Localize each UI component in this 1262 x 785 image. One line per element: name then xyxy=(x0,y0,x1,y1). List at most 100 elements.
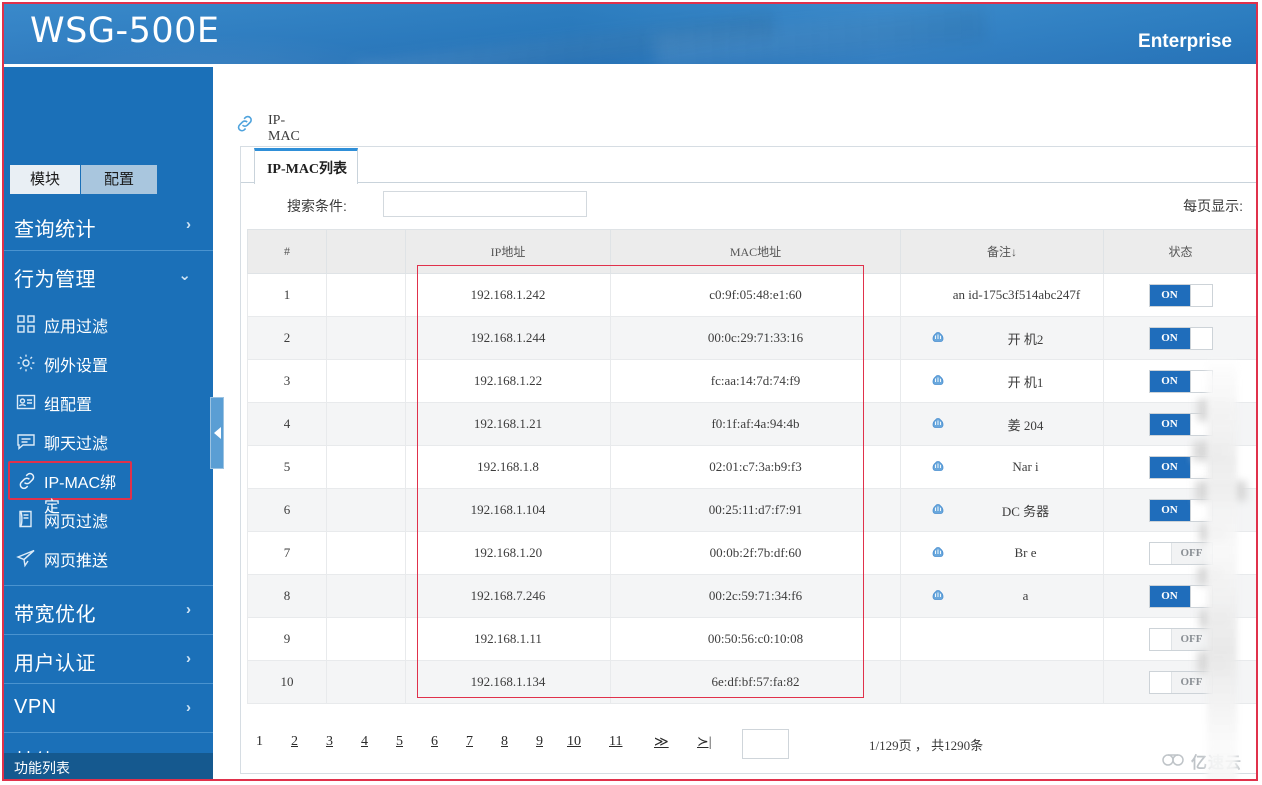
brand-title: WSG-500E xyxy=(30,11,220,51)
cell-status: OFF xyxy=(1103,531,1256,575)
favicon-icon xyxy=(931,545,945,559)
last-page-button[interactable]: ≻| xyxy=(697,734,712,751)
status-toggle-off[interactable]: OFF xyxy=(1148,627,1213,651)
cell-ip: 192.168.1.242 xyxy=(405,273,611,317)
search-input[interactable] xyxy=(383,191,587,217)
page-link-5[interactable]: 5 xyxy=(396,734,403,750)
toggle-label: ON xyxy=(1161,589,1178,602)
cell-index: 1 xyxy=(247,273,327,317)
column-header-note[interactable]: 备注↓ xyxy=(900,229,1104,274)
status-toggle-off[interactable]: OFF xyxy=(1148,541,1213,565)
status-toggle-off[interactable]: OFF xyxy=(1148,670,1213,694)
pagination-summary: 1/129页 ， 共1290条 xyxy=(869,738,984,753)
table-row[interactable]: 9 192.168.1.11 00:50:56:c0:10:08 OFF xyxy=(247,617,1256,661)
note-text: a xyxy=(1022,588,1029,603)
sidebar-group-bandwidth-optimization[interactable]: 带宽优化 › xyxy=(4,585,213,634)
status-toggle-on[interactable]: ON xyxy=(1148,455,1213,479)
table-row[interactable]: 8 192.168.7.246 00:2c:59:71:34:f6 a ON xyxy=(247,574,1256,618)
ip-mac-panel: IP-MAC列表 搜索条件: 每页显示: # IP地址 MAC地址 备注↓ 状态… xyxy=(240,146,1256,781)
chevron-left-icon xyxy=(214,427,221,439)
status-toggle-on[interactable]: ON xyxy=(1148,412,1213,436)
note-text: 姜 204 xyxy=(1007,417,1044,433)
table-row[interactable]: 6 192.168.1.104 00:25:11:d7:f7:91 DC 务器 ON xyxy=(247,488,1256,532)
chevron-right-icon: › xyxy=(186,650,191,667)
column-header-blank[interactable] xyxy=(326,229,406,274)
sidebar-group-behavior-mgmt[interactable]: 行为管理 ⌄ xyxy=(4,250,213,299)
tab-config[interactable]: 配置 xyxy=(81,165,157,194)
table-row[interactable]: 5 192.168.1.8 02:01:c7:3a:b9:f3 Nar i ON xyxy=(247,445,1256,489)
status-toggle-on[interactable]: ON xyxy=(1148,326,1213,350)
column-header-index[interactable]: # xyxy=(247,229,327,274)
watermark-label: 亿速云 xyxy=(1190,755,1242,772)
sidebar-group-query-stats[interactable]: 查询统计 › xyxy=(4,201,213,250)
status-toggle-on[interactable]: ON xyxy=(1148,584,1213,608)
cell-note: Br e xyxy=(900,531,1104,575)
toggle-label: ON xyxy=(1161,288,1178,301)
note-text: DC 务器 xyxy=(1001,503,1050,519)
table-header-row: # IP地址 MAC地址 备注↓ 状态 xyxy=(247,229,1256,274)
next-page-button[interactable]: ≫ xyxy=(654,734,669,751)
cell-note xyxy=(900,617,1104,661)
cell-note xyxy=(900,660,1104,704)
main-content: IP-MAC绑定 IP-MAC列表 搜索条件: 每页显示: xyxy=(222,64,1256,781)
favicon-icon xyxy=(931,459,945,473)
toggle-label: ON xyxy=(1161,460,1178,473)
cell-index: 8 xyxy=(247,574,327,618)
sidebar-item-web-push[interactable]: 网页推送 xyxy=(4,539,213,578)
table-row[interactable]: 2 192.168.1.244 00:0c:29:71:33:16 开 机2 ON xyxy=(247,316,1256,360)
cell-note: an id-175c3f514abc247f xyxy=(900,273,1104,317)
app-header: WSG-500E Enterprise xyxy=(4,4,1256,64)
page-link-10[interactable]: 10 xyxy=(567,734,581,750)
send-icon xyxy=(16,548,36,568)
sidebar-item-label: 应用过滤 xyxy=(44,319,109,336)
page-link-2[interactable]: 2 xyxy=(291,734,298,750)
table-row[interactable]: 10 192.168.1.134 6e:df:bf:57:fa:82 OFF xyxy=(247,660,1256,704)
cell-ip: 192.168.1.21 xyxy=(405,402,611,446)
cell-note: 开 机2 xyxy=(900,316,1104,360)
cell-note: Nar i xyxy=(900,445,1104,489)
sidebar-item-chat-filter[interactable]: 聊天过滤 xyxy=(4,422,213,461)
sidebar-item-app-filter[interactable]: 应用过滤 xyxy=(4,305,213,344)
column-header-status[interactable]: 状态 xyxy=(1103,229,1256,274)
sidebar-group-vpn[interactable]: VPN › xyxy=(4,683,213,732)
sidebar-item-exception-settings[interactable]: 例外设置 xyxy=(4,344,213,383)
page-link-7[interactable]: 7 xyxy=(466,734,473,750)
favicon-icon xyxy=(931,373,945,387)
app-window: WSG-500E Enterprise 模块 配置 查询统计 › 行为管理 ⌄ xyxy=(0,0,1262,785)
cell-blank xyxy=(326,660,406,704)
tab-ip-mac-list[interactable]: IP-MAC列表 xyxy=(254,148,358,184)
status-toggle-on[interactable]: ON xyxy=(1148,498,1213,522)
chevron-right-icon: › xyxy=(186,216,191,233)
cell-status: ON xyxy=(1103,359,1256,403)
sidebar-item-web-filter[interactable]: 网页过滤 xyxy=(4,500,213,539)
cell-ip: 192.168.7.246 xyxy=(405,574,611,618)
cell-status: OFF xyxy=(1103,660,1256,704)
cell-index: 5 xyxy=(247,445,327,489)
tab-modules[interactable]: 模块 xyxy=(10,165,80,194)
page-link-9[interactable]: 9 xyxy=(536,734,543,750)
column-header-mac[interactable]: MAC地址 xyxy=(610,229,901,274)
sidebar-collapse-handle[interactable] xyxy=(210,397,224,469)
sidebar-item-ip-mac-binding[interactable]: IP-MAC绑定 xyxy=(8,461,132,516)
page-link-11[interactable]: 11 xyxy=(609,734,622,750)
page-link-3[interactable]: 3 xyxy=(326,734,333,750)
cell-status: ON xyxy=(1103,488,1256,532)
table-row[interactable]: 7 192.168.1.20 00:0b:2f:7b:df:60 Br e OFF xyxy=(247,531,1256,575)
table-row[interactable]: 1 192.168.1.242 c0:9f:05:48:e1:60 an id-175… xyxy=(247,273,1256,317)
cell-note: a xyxy=(900,574,1104,618)
page-link-4[interactable]: 4 xyxy=(361,734,368,750)
status-toggle-on[interactable]: ON xyxy=(1148,283,1213,307)
page-link-1[interactable]: 1 xyxy=(256,734,263,750)
sidebar-function-list-bar[interactable]: 功能列表 xyxy=(4,753,213,781)
status-toggle-on[interactable]: ON xyxy=(1148,369,1213,393)
page-link-6[interactable]: 6 xyxy=(431,734,438,750)
sidebar-item-group-config[interactable]: 组配置 xyxy=(4,383,213,422)
page-jump-input[interactable] xyxy=(742,729,789,759)
sidebar-group-user-auth[interactable]: 用户认证 › xyxy=(4,634,213,683)
column-header-ip[interactable]: IP地址 xyxy=(405,229,611,274)
cell-index: 4 xyxy=(247,402,327,446)
cell-blank xyxy=(326,316,406,360)
table-row[interactable]: 4 192.168.1.21 f0:1f:af:4a:94:4b 姜 204 ON xyxy=(247,402,1256,446)
page-link-8[interactable]: 8 xyxy=(501,734,508,750)
table-row[interactable]: 3 192.168.1.22 fc:aa:14:7d:74:f9 开 机1 ON xyxy=(247,359,1256,403)
